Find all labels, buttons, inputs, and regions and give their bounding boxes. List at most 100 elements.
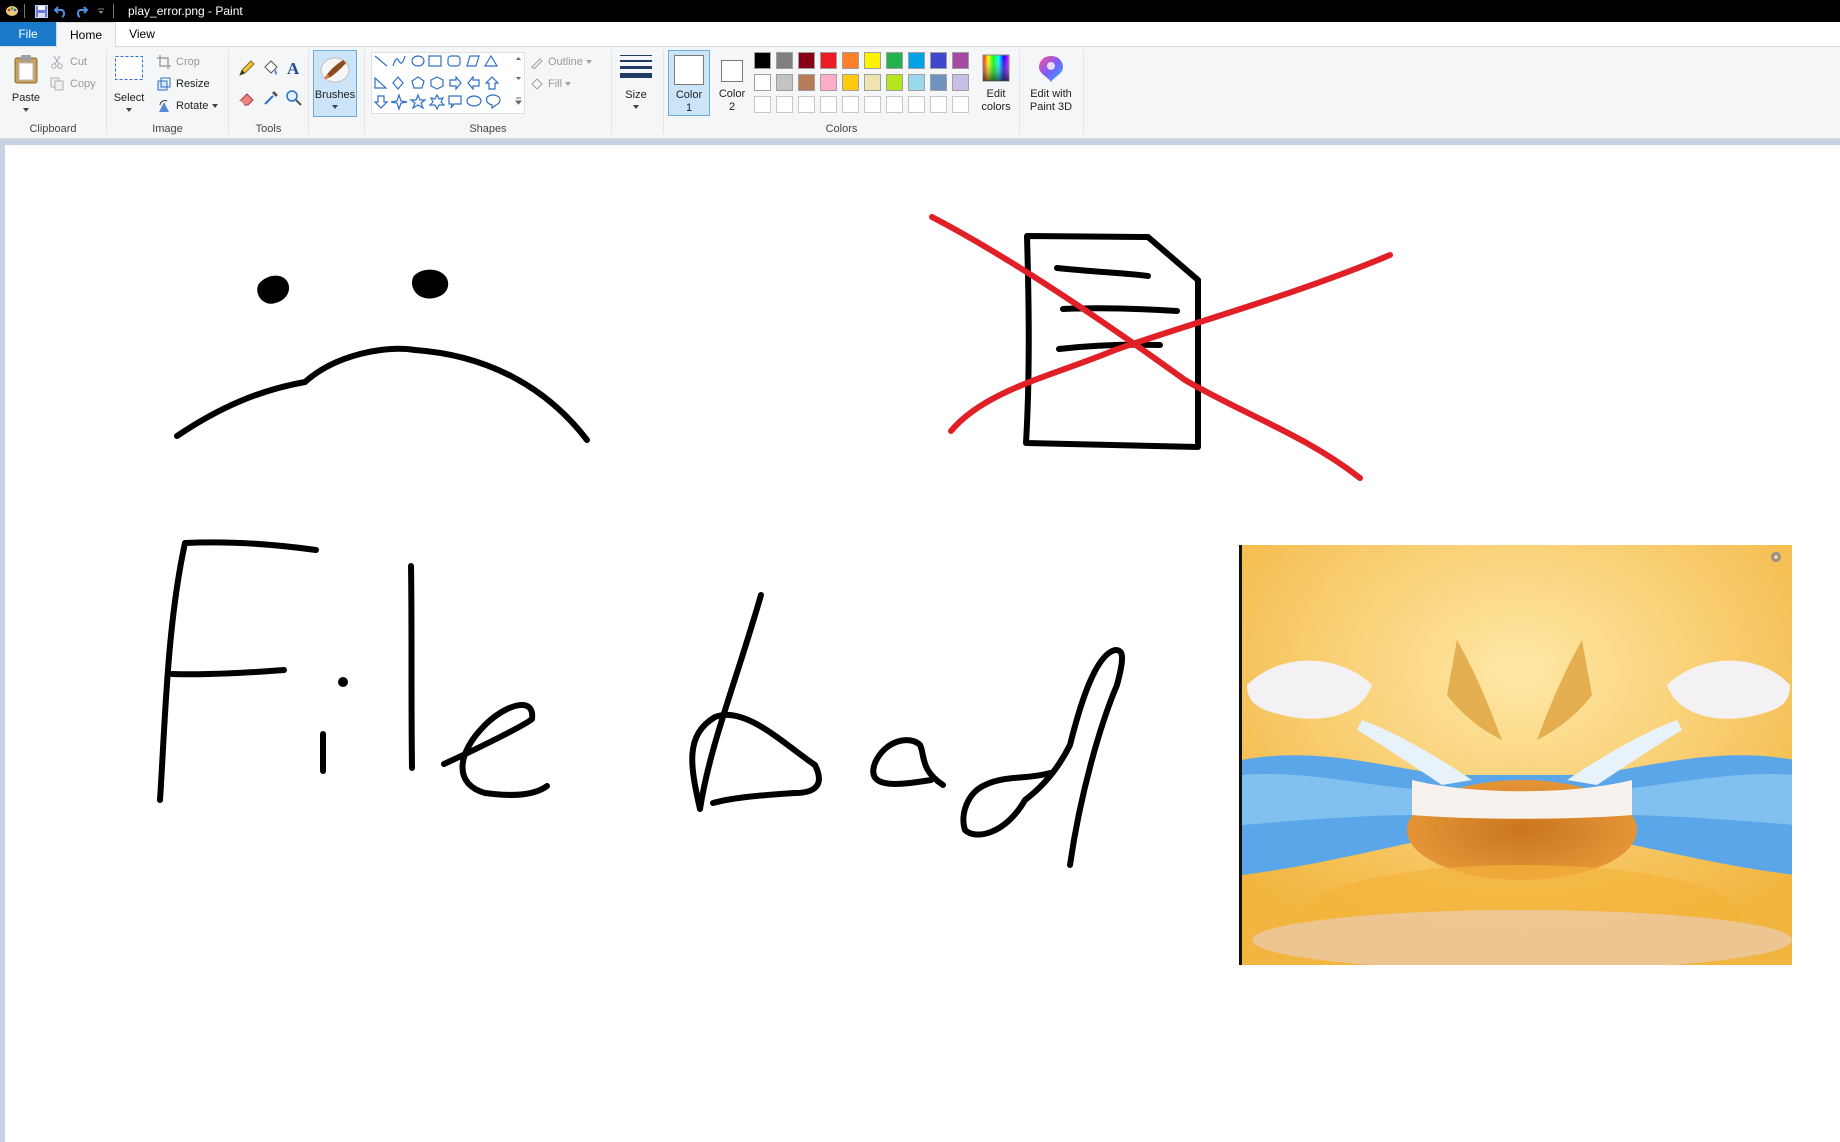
palette-custom-slot[interactable]	[886, 96, 903, 113]
quick-access-toolbar	[0, 0, 109, 22]
colors-group-label: Colors	[825, 123, 858, 135]
resize-button[interactable]: Resize	[157, 76, 210, 92]
palette-color-swatch[interactable]	[798, 74, 815, 91]
tab-file[interactable]: File	[0, 22, 56, 46]
palette-color-swatch[interactable]	[908, 74, 925, 91]
gear-icon	[1771, 552, 1781, 562]
laughing-emoji-image	[1239, 545, 1792, 965]
tools-group-label: Tools	[255, 123, 282, 135]
color1-button[interactable]: Color 1	[668, 50, 710, 116]
palette-color-swatch[interactable]	[886, 52, 903, 69]
palette-custom-slot[interactable]	[842, 96, 859, 113]
color-picker-icon[interactable]	[262, 89, 280, 107]
color-palette	[754, 52, 974, 116]
shapes-group: Outline Fill Shapes	[365, 47, 611, 138]
paint3d-label-line1: Edit with	[1030, 88, 1072, 100]
text-icon[interactable]: A	[285, 59, 303, 77]
palette-color-swatch[interactable]	[776, 74, 793, 91]
rotate-button[interactable]: Rotate	[157, 98, 219, 114]
fill-bucket-icon[interactable]	[262, 59, 280, 77]
palette-color-swatch[interactable]	[952, 74, 969, 91]
palette-color-swatch[interactable]	[864, 74, 881, 91]
crop-button[interactable]: Crop	[157, 54, 200, 70]
shapes-gallery-icons	[373, 54, 501, 111]
shapes-scrollbar[interactable]	[514, 52, 523, 112]
palette-color-swatch[interactable]	[798, 52, 815, 69]
color2-label: Color	[718, 88, 746, 100]
copy-button[interactable]: Copy	[50, 76, 96, 92]
scroll-arrows-icon	[514, 57, 523, 105]
edit-colors-label-line1: Edit	[986, 88, 1006, 100]
palette-custom-slot[interactable]	[754, 96, 771, 113]
clipboard-group: Paste Cut Copy Clipboard	[0, 47, 106, 138]
color2-button[interactable]: Color 2	[712, 50, 752, 116]
palette-color-swatch[interactable]	[952, 52, 969, 69]
palette-color-swatch[interactable]	[754, 52, 771, 69]
fill-button[interactable]: Fill	[530, 76, 572, 92]
paste-label: Paste	[11, 92, 41, 104]
separator	[24, 4, 25, 18]
magnifier-icon[interactable]	[285, 89, 303, 107]
save-icon[interactable]	[33, 3, 49, 19]
color-spectrum-icon	[982, 54, 1010, 82]
paint-app-icon[interactable]	[4, 3, 20, 19]
palette-color-swatch[interactable]	[908, 52, 925, 69]
eraser-icon[interactable]	[238, 89, 256, 107]
redo-icon[interactable]	[73, 3, 89, 19]
tab-view[interactable]: View	[118, 22, 166, 46]
cut-label: Cut	[70, 56, 88, 68]
palette-color-swatch[interactable]	[842, 52, 859, 69]
color2-swatch	[721, 60, 743, 82]
ribbon-tabs: File Home View	[0, 22, 1840, 48]
palette-custom-slot[interactable]	[952, 96, 969, 113]
paste-button[interactable]: Paste	[6, 51, 46, 117]
palette-color-swatch[interactable]	[842, 74, 859, 91]
paint3d-icon	[1039, 56, 1063, 82]
paintbrush-icon	[320, 57, 350, 83]
palette-custom-slot[interactable]	[864, 96, 881, 113]
palette-color-swatch[interactable]	[820, 74, 837, 91]
fill-icon	[531, 78, 543, 90]
paint3d-label-line2: Paint 3D	[1029, 101, 1073, 113]
palette-color-swatch[interactable]	[820, 52, 837, 69]
drawing-canvas[interactable]	[5, 145, 1840, 1142]
rotate-label: Rotate	[176, 100, 209, 112]
palette-custom-slot[interactable]	[820, 96, 837, 113]
chevron-down-icon	[23, 108, 29, 112]
palette-color-swatch[interactable]	[886, 74, 903, 91]
undo-icon[interactable]	[53, 3, 69, 19]
outline-button[interactable]: Outline	[530, 54, 592, 70]
shapes-gallery[interactable]	[371, 52, 525, 114]
palette-custom-slot[interactable]	[798, 96, 815, 113]
brushes-button[interactable]: Brushes	[313, 50, 357, 117]
edit-colors-button[interactable]: Edit colors	[974, 50, 1018, 116]
chevron-down-icon	[565, 82, 572, 86]
palette-custom-slot[interactable]	[776, 96, 793, 113]
palette-color-swatch[interactable]	[754, 74, 771, 91]
resize-icon	[157, 77, 171, 91]
brushes-label: Brushes	[314, 89, 356, 101]
color1-number: 1	[685, 102, 693, 114]
resize-label: Resize	[176, 78, 210, 90]
image-group: Select Crop Resize Rotate Image	[107, 47, 228, 138]
outline-icon	[531, 58, 543, 69]
cut-button[interactable]: Cut	[50, 54, 87, 70]
palette-color-swatch[interactable]	[864, 52, 881, 69]
palette-custom-slot[interactable]	[908, 96, 925, 113]
edit-with-paint3d-button[interactable]: Edit with Paint 3D	[1021, 50, 1081, 116]
workspace	[0, 139, 1840, 1142]
select-button[interactable]: Select	[111, 51, 147, 117]
size-button[interactable]: Size	[614, 50, 658, 116]
palette-custom-slot[interactable]	[930, 96, 947, 113]
chevron-down-icon	[126, 108, 132, 112]
chevron-down-icon	[212, 104, 219, 108]
palette-color-swatch[interactable]	[930, 74, 947, 91]
edit-colors-label-line2: colors	[981, 101, 1011, 113]
palette-color-swatch[interactable]	[930, 52, 947, 69]
customize-quick-access-icon[interactable]	[93, 3, 109, 19]
palette-color-swatch[interactable]	[776, 52, 793, 69]
tab-home[interactable]: Home	[56, 22, 116, 48]
pencil-icon[interactable]	[238, 59, 256, 77]
window-title: play_error.png - Paint	[128, 4, 243, 18]
rotate-icon	[159, 100, 169, 112]
